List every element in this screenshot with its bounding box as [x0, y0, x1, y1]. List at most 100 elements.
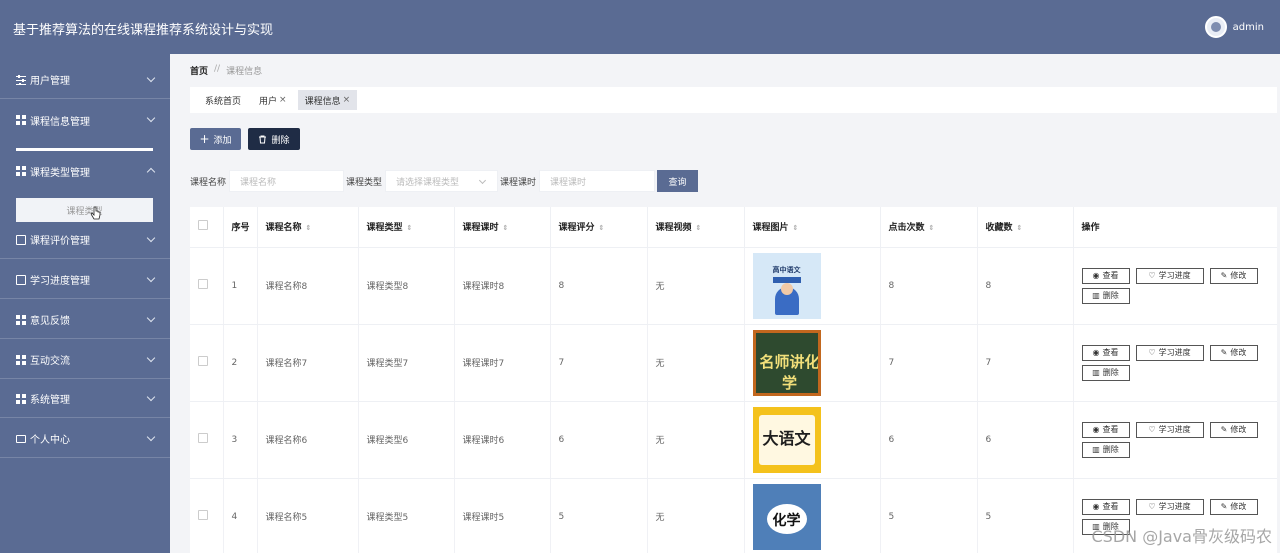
submenu-item-course-type[interactable]: 课程类型 — [16, 198, 153, 222]
cell-image: 大语文 — [744, 401, 881, 479]
user-menu[interactable]: admin — [1204, 16, 1264, 38]
cell-hours: 课程课时5 — [454, 478, 551, 553]
progress-label: 学习进度 — [1158, 425, 1191, 434]
col-header[interactable]: 课程图片 ⇕ — [744, 207, 881, 248]
cell-hours: 课程课时6 — [454, 401, 551, 479]
sort-icon[interactable]: ⇕ — [503, 224, 509, 232]
sidebar-item-personal-center[interactable]: 个人中心 — [0, 420, 170, 458]
col-header[interactable]: 点击次数 ⇕ — [880, 207, 978, 248]
col-header[interactable]: 课程类型 ⇕ — [358, 207, 455, 248]
tab-course-info[interactable]: 课程信息 × — [297, 90, 358, 110]
row-select-cell[interactable] — [190, 478, 224, 553]
sidebar-item-label: 意见反馈 — [30, 316, 70, 327]
sort-icon[interactable]: ⇕ — [793, 224, 799, 232]
select-all-checkbox[interactable] — [198, 220, 208, 231]
view-button[interactable]: ◉ 查看 — [1081, 421, 1130, 438]
view-label: 查看 — [1102, 348, 1119, 357]
progress-label: 学习进度 — [1158, 348, 1191, 357]
top-bar: 基于推荐算法的在线课程推荐系统设计与实现 admin — [0, 0, 1280, 54]
col-header[interactable]: 课程评分 ⇕ — [550, 207, 648, 248]
course-hours-label: 课程课时 — [500, 177, 537, 188]
username[interactable]: admin — [1233, 22, 1264, 33]
edit-button[interactable]: ✎ 修改 — [1209, 421, 1258, 438]
trash-icon: ▥ — [1092, 368, 1100, 377]
cell-actions: ◉ 查看 ♡ 学习进度 ✎ 修改 ▥ 删除 — [1073, 247, 1277, 325]
pencil-icon: ✎ — [1220, 271, 1228, 280]
col-header[interactable]: 课程视频 ⇕ — [647, 207, 745, 248]
view-button[interactable]: ◉ 查看 — [1081, 344, 1130, 361]
add-button-label: 添加 — [213, 135, 232, 146]
course-thumbnail[interactable]: 名师讲化学 — [752, 329, 821, 396]
eye-icon: ◉ — [1092, 348, 1100, 357]
course-thumbnail[interactable]: 大语文 — [752, 406, 821, 473]
tab-users[interactable]: 用户 × — [252, 90, 294, 110]
row-checkbox[interactable] — [198, 433, 208, 443]
row-select-cell[interactable] — [190, 247, 224, 325]
sidebar-item-label: 系统管理 — [30, 395, 70, 406]
sort-icon[interactable]: ⇕ — [929, 224, 935, 232]
row-actions: ◉ 查看 ♡ 学习进度 ✎ 修改 ▥ 删除 — [1081, 421, 1262, 458]
sidebar-item-user-management[interactable]: 用户管理 — [0, 61, 170, 99]
col-header-label: 课程评分 — [558, 223, 595, 234]
row-delete-button[interactable]: ▥ 删除 — [1081, 441, 1130, 458]
avatar[interactable] — [1204, 16, 1227, 38]
row-select-cell[interactable] — [190, 324, 224, 402]
sidebar-item-study-progress[interactable]: 学习进度管理 — [0, 261, 170, 299]
search-button[interactable]: 查询 — [657, 170, 699, 192]
row-checkbox[interactable] — [198, 510, 208, 520]
edit-button[interactable]: ✎ 修改 — [1209, 344, 1258, 361]
course-type-select[interactable]: 请选择课程类型 — [385, 170, 499, 192]
thumbnail-text: 化学 — [772, 512, 801, 529]
sidebar-item-course-review[interactable]: 课程评价管理 — [0, 221, 170, 259]
menu-loading-bar — [16, 148, 153, 151]
close-icon[interactable]: × — [279, 95, 287, 105]
edit-button[interactable]: ✎ 修改 — [1209, 498, 1258, 515]
col-header[interactable]: 课程课时 ⇕ — [454, 207, 551, 248]
sidebar-item-system[interactable]: 系统管理 — [0, 380, 170, 418]
progress-button[interactable]: ♡ 学习进度 — [1135, 267, 1204, 284]
row-checkbox[interactable] — [198, 356, 208, 366]
edit-button[interactable]: ✎ 修改 — [1209, 267, 1258, 284]
close-icon[interactable]: × — [343, 95, 351, 105]
chevron-down-icon — [146, 432, 156, 442]
row-delete-button[interactable]: ▥ 删除 — [1081, 287, 1130, 304]
sort-icon[interactable]: ⇕ — [599, 224, 605, 232]
edit-label: 修改 — [1230, 502, 1247, 511]
add-button[interactable]: + 添加 — [190, 128, 241, 150]
course-hours-input[interactable]: 课程课时 — [539, 170, 656, 192]
thumbnail-text: 大语文 — [762, 428, 811, 448]
chevron-down-icon — [146, 233, 156, 243]
delete-button[interactable]: 删除 — [248, 128, 300, 150]
sidebar-item-course-type[interactable]: 课程类型管理 — [0, 152, 170, 190]
sort-icon[interactable]: ⇕ — [407, 224, 413, 232]
view-button[interactable]: ◉ 查看 — [1081, 267, 1130, 284]
col-header[interactable]: 收藏数 ⇕ — [977, 207, 1074, 248]
course-thumbnail[interactable]: 化学 — [752, 483, 821, 550]
chevron-down-icon — [146, 392, 156, 402]
select-all-cell[interactable] — [190, 207, 224, 248]
breadcrumb-home[interactable]: 首页 — [190, 64, 208, 77]
course-thumbnail[interactable]: 高中语文 — [752, 252, 821, 319]
sidebar-item-course-info[interactable]: 课程信息管理 — [0, 101, 170, 139]
table-row: 3 课程名称6 课程类型6 课程课时6 6 无 大语文 6 6 ◉ 查看 ♡ 学… — [190, 401, 1277, 479]
col-header[interactable]: 课程名称 ⇕ — [257, 207, 359, 248]
row-select-cell[interactable] — [190, 401, 224, 479]
sort-icon[interactable]: ⇕ — [1017, 224, 1023, 232]
col-header-label: 课程类型 — [366, 223, 403, 234]
sort-icon[interactable]: ⇕ — [696, 224, 702, 232]
progress-button[interactable]: ♡ 学习进度 — [1135, 421, 1204, 438]
sidebar-item-interaction[interactable]: 互动交流 — [0, 341, 170, 379]
view-button[interactable]: ◉ 查看 — [1081, 498, 1130, 515]
row-checkbox[interactable] — [198, 279, 208, 289]
sidebar-item-feedback[interactable]: 意见反馈 — [0, 301, 170, 339]
sort-icon[interactable]: ⇕ — [306, 224, 312, 232]
tab-home[interactable]: 系统首页 — [198, 90, 248, 110]
delete-label: 删除 — [1102, 445, 1119, 454]
course-name-input[interactable]: 课程名称 — [229, 170, 345, 192]
row-delete-button[interactable]: ▥ 删除 — [1081, 364, 1130, 381]
progress-button[interactable]: ♡ 学习进度 — [1135, 498, 1204, 515]
course-type-placeholder: 请选择课程类型 — [396, 177, 460, 188]
progress-button[interactable]: ♡ 学习进度 — [1135, 344, 1204, 361]
tab-label: 用户 — [259, 96, 278, 107]
cell-favorites: 8 — [977, 247, 1074, 325]
